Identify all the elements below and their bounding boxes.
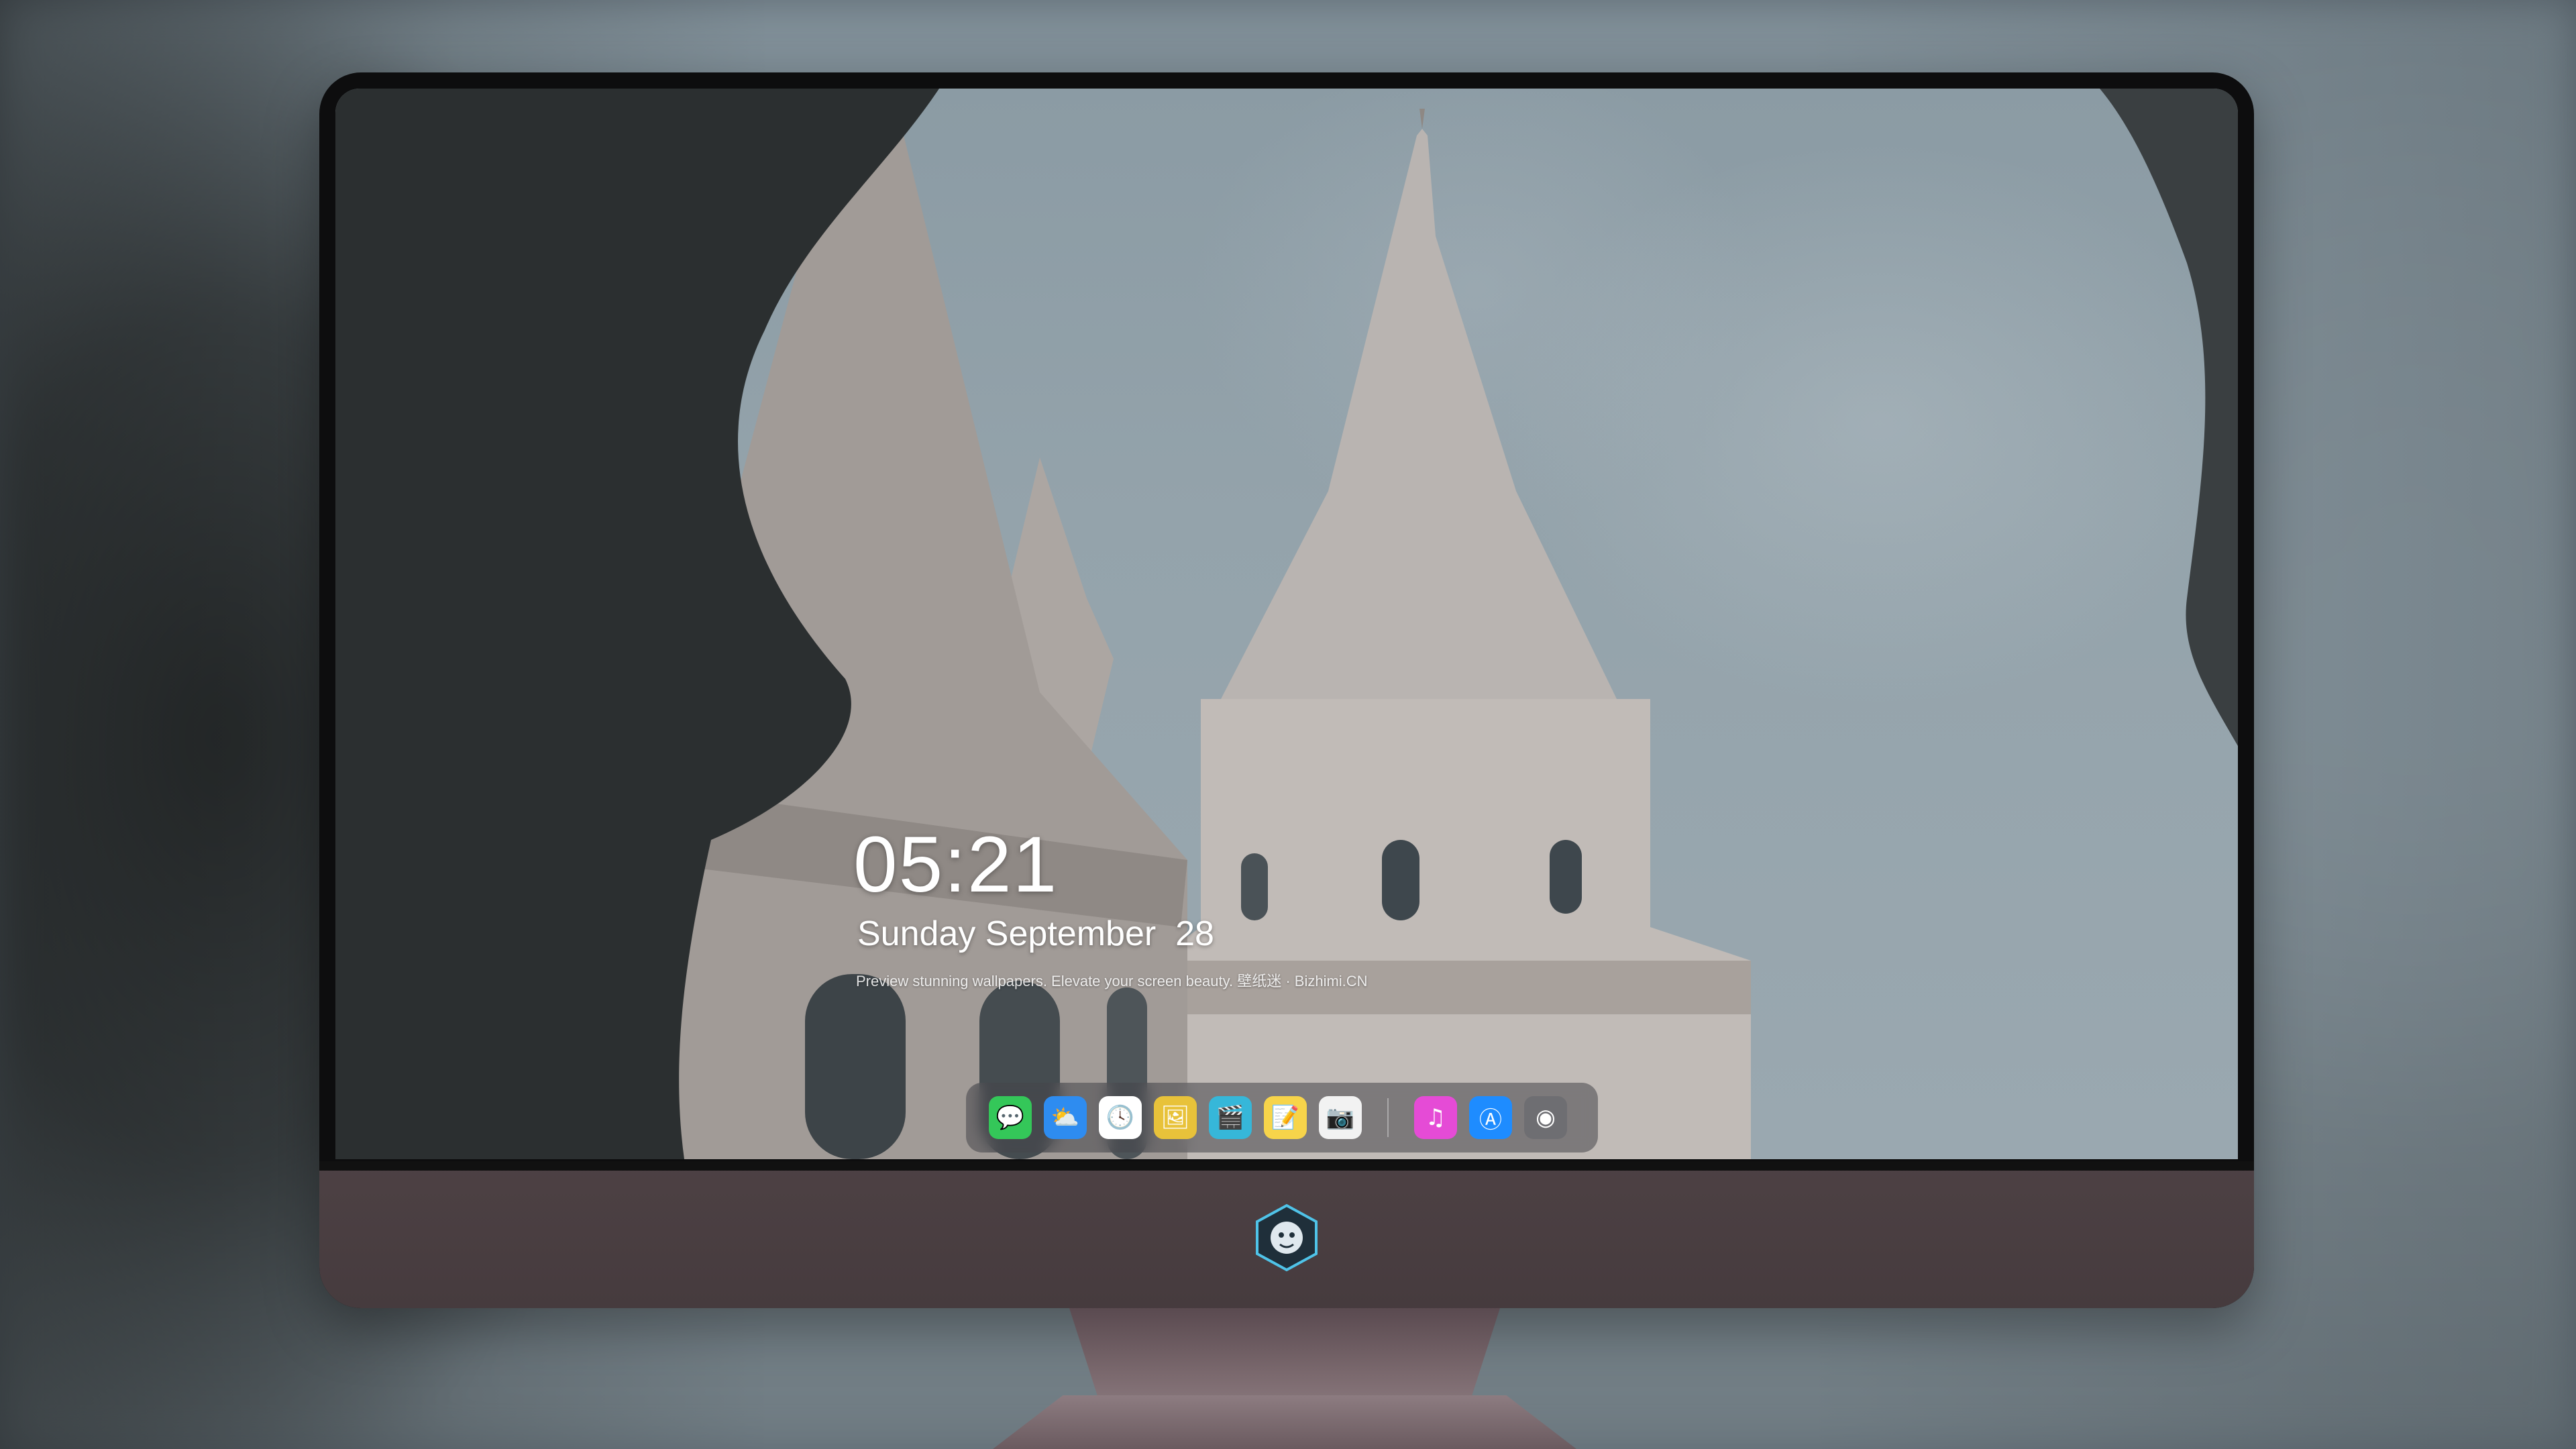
dock-icons: 💬 ⛅ 🕓 🖼 🎬 📝 📷 ♫ Ⓐ ◉ <box>989 1096 1567 1139</box>
clips-icon[interactable]: 🎬 <box>1209 1096 1252 1139</box>
right-spire <box>1221 129 1617 699</box>
music-icon[interactable]: ♫ <box>1414 1096 1457 1139</box>
messages-icon[interactable]: 💬 <box>989 1096 1032 1139</box>
wallpaper-towers <box>335 89 2238 1159</box>
app-store-icon[interactable]: Ⓐ <box>1469 1096 1512 1139</box>
camera-icon[interactable]: ◉ <box>1524 1096 1567 1139</box>
dock-separator <box>1387 1098 1389 1137</box>
monitor-stand-base <box>993 1395 1576 1449</box>
weather-icon[interactable]: ⛅ <box>1044 1096 1087 1139</box>
lockscreen-time: 05:21 <box>853 820 1059 909</box>
brand-logo <box>1256 1203 1318 1272</box>
preview-icon[interactable]: 🖼 <box>1154 1096 1197 1139</box>
notes-icon[interactable]: 📝 <box>1264 1096 1307 1139</box>
clock-icon[interactable]: 🕓 <box>1099 1096 1142 1139</box>
photo-booth-icon[interactable]: 📷 <box>1319 1096 1362 1139</box>
wallpaper-tagline: Preview stunning wallpapers. Elevate you… <box>856 973 1368 989</box>
screen-wallpaper: 05:21 Sunday September 28 Preview stunni… <box>335 89 2238 1159</box>
chin-seam <box>319 1161 2254 1171</box>
lockscreen-date: Sunday September 28 <box>857 914 1214 953</box>
